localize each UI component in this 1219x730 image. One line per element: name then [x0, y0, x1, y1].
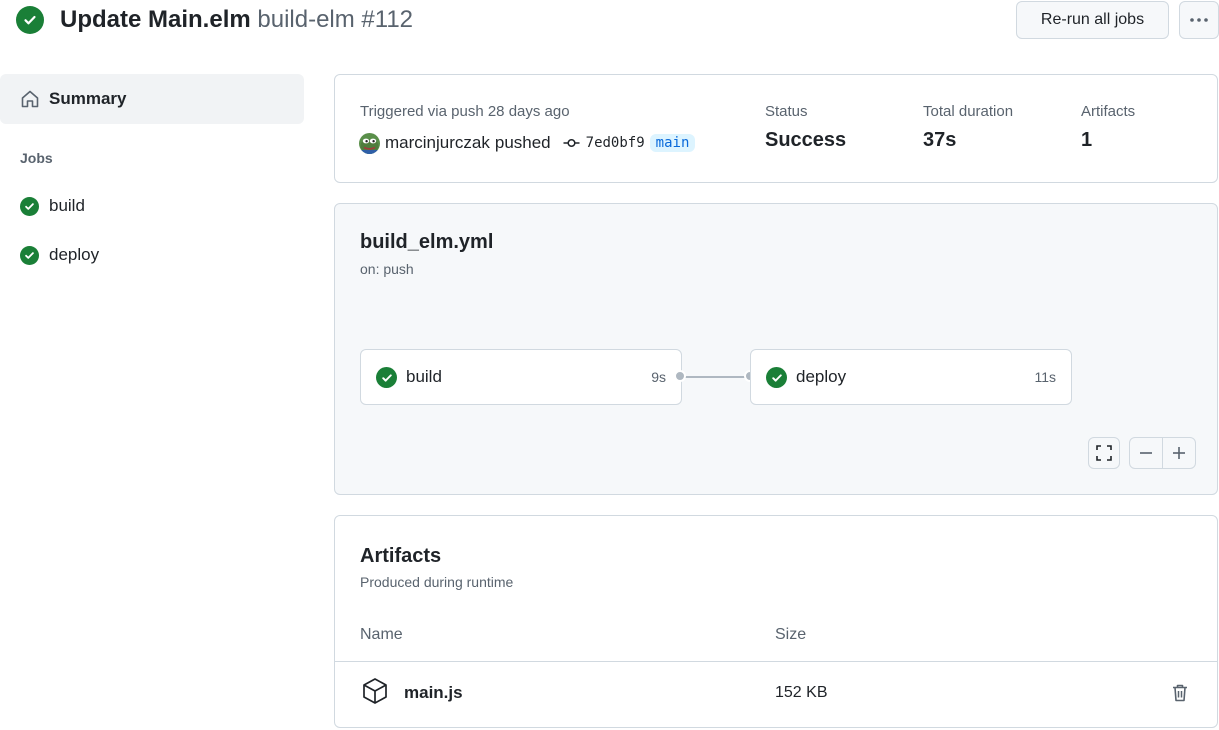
column-header-name: Name — [360, 626, 403, 643]
status-stat: Status Success — [765, 103, 846, 152]
job-duration: 9s — [651, 369, 666, 385]
workflow-file-name[interactable]: build_elm.yml — [360, 231, 493, 254]
more-options-button[interactable] — [1179, 1, 1219, 39]
avatar[interactable] — [359, 132, 380, 154]
sidebar-item-label: build — [49, 196, 85, 215]
artifacts-subheading: Produced during runtime — [360, 574, 514, 590]
sidebar-item-deploy[interactable]: deploy — [0, 239, 304, 275]
run-subtitle: build-elm #112 — [257, 6, 414, 33]
commit-sha-link[interactable]: 7ed0bf9 — [586, 135, 645, 151]
page-title: Update Main.elm build-elm #112 — [60, 5, 413, 35]
workflow-trigger: on: push — [360, 261, 414, 277]
artifacts-heading: Artifacts — [360, 545, 442, 567]
sidebar-item-build[interactable]: build — [0, 190, 304, 226]
fullscreen-button[interactable] — [1088, 437, 1120, 469]
duration-value: 37s — [923, 129, 957, 151]
success-check-icon — [766, 367, 787, 388]
success-check-icon — [376, 367, 397, 388]
artifact-size: 152 KB — [775, 684, 828, 701]
kebab-horizontal-icon — [1190, 18, 1208, 22]
artifacts-label: Artifacts — [1081, 103, 1136, 120]
job-connector — [681, 376, 751, 378]
duration-label: Total duration — [923, 103, 1014, 120]
page-header: Update Main.elm build-elm #112 Re-run al… — [16, 0, 1219, 40]
trash-icon[interactable] — [1169, 682, 1191, 704]
minus-icon — [1140, 452, 1152, 454]
rerun-all-jobs-button[interactable]: Re-run all jobs — [1016, 1, 1169, 39]
table-row: main.js 152 KB — [335, 662, 1217, 726]
workflow-graph-card: build_elm.yml on: push build 9s deploy 1… — [334, 203, 1218, 495]
package-icon — [363, 678, 387, 704]
artifacts-card: Artifacts Produced during runtime Name S… — [334, 515, 1218, 728]
action-text: pushed — [494, 133, 551, 152]
sidebar-item-label: Summary — [49, 89, 127, 108]
duration-stat: Total duration 37s — [923, 103, 1013, 152]
success-check-icon — [20, 246, 39, 265]
success-check-icon — [16, 6, 44, 34]
trigger-text: Triggered via push 28 days ago — [360, 103, 570, 120]
git-commit-icon — [563, 138, 580, 148]
column-header-size: Size — [775, 626, 807, 643]
artifacts-count[interactable]: 1 — [1081, 129, 1135, 152]
sidebar-item-label: deploy — [49, 245, 100, 264]
fullscreen-icon — [1096, 445, 1112, 461]
jobs-heading: Jobs — [20, 150, 53, 166]
push-info: marcinjurczak pushed 7ed0bf9 main — [359, 131, 696, 155]
job-node-deploy[interactable]: deploy 11s — [750, 349, 1072, 405]
status-value: Success — [765, 129, 847, 151]
status-label: Status — [765, 103, 808, 120]
job-duration: 11s — [1034, 369, 1056, 385]
artifacts-stat: Artifacts 1 — [1081, 103, 1135, 152]
sidebar-item-summary[interactable]: Summary — [0, 74, 304, 124]
job-name: deploy — [796, 367, 847, 386]
zoom-out-button[interactable] — [1129, 437, 1163, 469]
connector-dot — [674, 370, 686, 382]
artifact-name-link[interactable]: main.js — [404, 683, 463, 703]
branch-label[interactable]: main — [649, 134, 696, 152]
success-check-icon — [20, 197, 39, 216]
job-node-build[interactable]: build 9s — [360, 349, 682, 405]
home-icon — [21, 90, 39, 108]
job-name: build — [406, 367, 442, 386]
plus-icon — [1173, 447, 1185, 459]
actor-name[interactable]: marcinjurczak — [385, 133, 490, 153]
run-summary-card: Triggered via push 28 days ago marcinjur… — [334, 74, 1218, 183]
run-title: Update Main.elm — [60, 6, 251, 33]
zoom-in-button[interactable] — [1162, 437, 1196, 469]
